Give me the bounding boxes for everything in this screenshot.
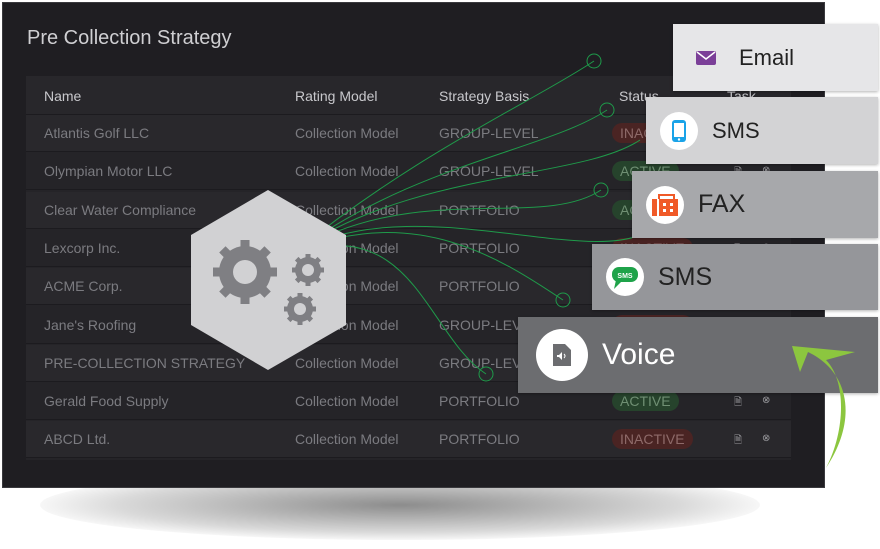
green-arrow-icon	[792, 346, 855, 468]
